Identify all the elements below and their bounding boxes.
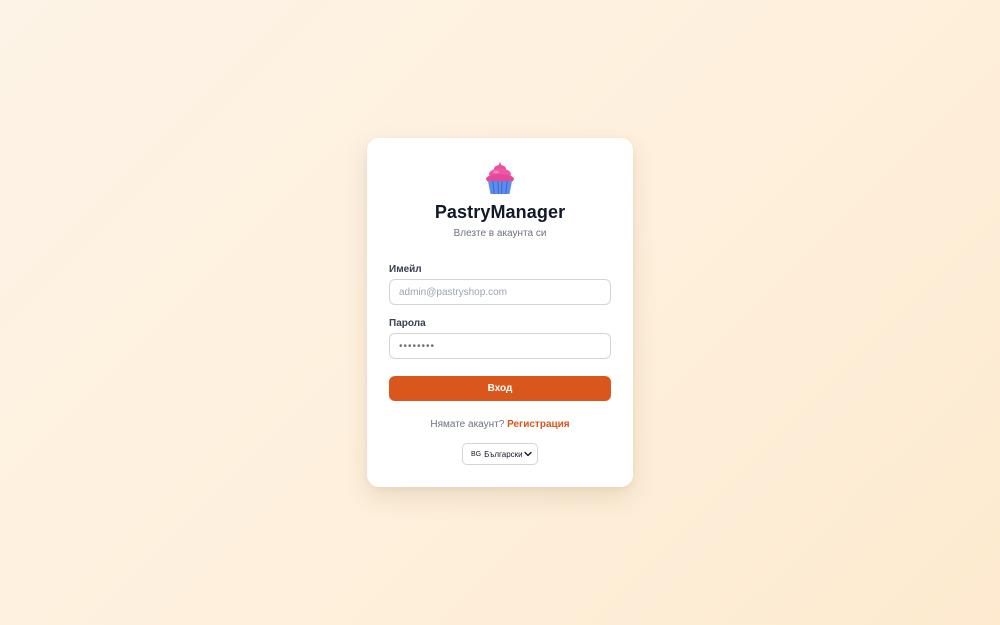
app-title: PastryManager	[434, 202, 566, 222]
email-input[interactable]	[389, 279, 611, 305]
cupcake-icon	[486, 162, 514, 195]
language-select[interactable]: BG Български	[462, 443, 538, 465]
login-button[interactable]: Вход	[389, 376, 611, 401]
register-link[interactable]: Регистрация	[507, 419, 570, 430]
login-subtitle: Влезте в акаунта си	[453, 228, 547, 239]
login-card: PastryManager Влезте в акаунта си Имейл …	[367, 138, 633, 487]
password-input[interactable]	[389, 333, 611, 359]
language-flag: BG	[471, 450, 482, 458]
register-row: Нямате акаунт? Регистрация	[367, 419, 633, 430]
language-selected: Български	[484, 449, 523, 459]
email-label: Имейл	[389, 264, 422, 275]
password-label: Парола	[389, 318, 426, 329]
chevron-down-icon	[524, 451, 532, 457]
register-prompt: Нямате акаунт?	[430, 419, 505, 430]
